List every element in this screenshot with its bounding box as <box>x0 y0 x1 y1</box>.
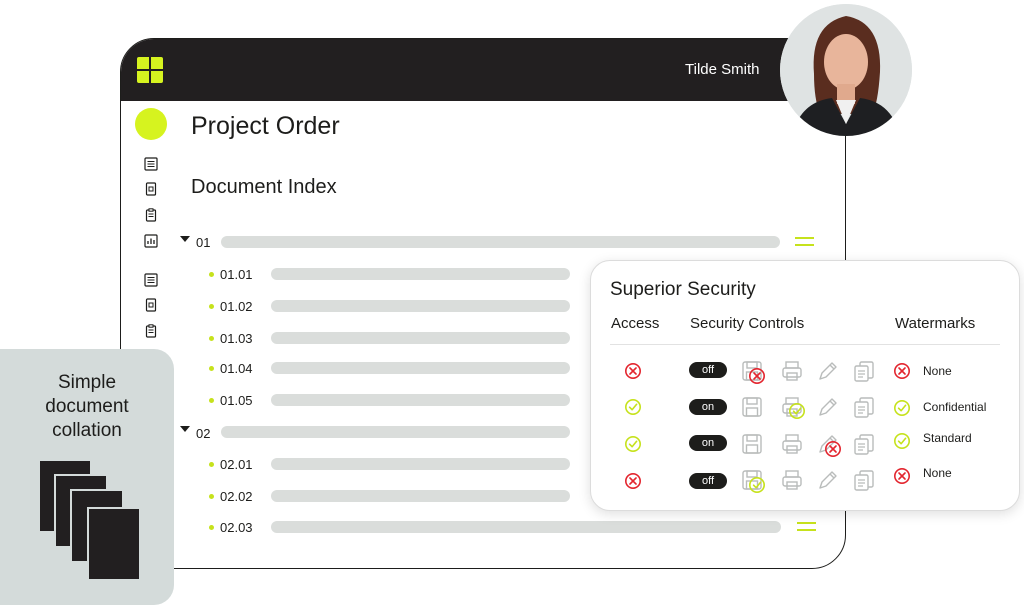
brand-logo <box>137 57 163 83</box>
watermark-granted-icon <box>893 432 911 450</box>
item-label-02-03[interactable]: 02.03 <box>220 520 253 535</box>
watermarks-column-header: Watermarks <box>895 315 976 332</box>
user-avatar[interactable] <box>780 4 912 136</box>
document-list-icon[interactable] <box>144 157 158 171</box>
section-bar-01[interactable] <box>221 236 780 248</box>
watermark-denied-icon <box>893 362 911 380</box>
bullet-icon <box>209 494 214 499</box>
menu-icon-02-03[interactable] <box>797 522 816 531</box>
access-column-header: Access <box>611 315 660 332</box>
item-label-01-02[interactable]: 01.02 <box>220 299 253 314</box>
item-label-01-01[interactable]: 01.01 <box>220 267 253 282</box>
collapse-02-icon[interactable] <box>180 426 190 432</box>
watermark-denied-icon <box>893 467 911 485</box>
item-bar-02-03[interactable] <box>271 521 781 533</box>
section-label-02[interactable]: 02 <box>196 426 210 441</box>
item-label-02-01[interactable]: 02.01 <box>220 457 253 472</box>
item-bar-02-02[interactable] <box>271 490 570 502</box>
item-bar-01-03[interactable] <box>271 332 570 344</box>
section-label-01[interactable]: 01 <box>196 235 210 250</box>
collapse-01-icon[interactable] <box>180 236 190 242</box>
menu-icon-01[interactable] <box>795 237 814 246</box>
collation-line-1: Simple <box>57 372 117 393</box>
header-divider <box>610 344 1000 345</box>
item-bar-01-02[interactable] <box>271 300 570 312</box>
denied-badge-icon <box>824 440 842 458</box>
user-name[interactable]: Tilde Smith <box>685 61 759 78</box>
lock-document-icon[interactable] <box>144 182 158 196</box>
item-bar-01-05[interactable] <box>271 394 570 406</box>
copy-icon[interactable] <box>852 432 876 456</box>
edit-icon[interactable] <box>816 395 840 419</box>
edit-icon[interactable] <box>816 359 840 383</box>
denied-badge-icon <box>748 367 766 385</box>
access-denied-icon <box>624 472 642 490</box>
top-bar: Tilde Smith <box>121 39 845 101</box>
item-label-01-05[interactable]: 01.05 <box>220 393 253 408</box>
copy-icon[interactable] <box>852 359 876 383</box>
bullet-icon <box>209 398 214 403</box>
collation-line-3: collation <box>52 420 122 441</box>
security-toggle[interactable]: off <box>689 473 727 489</box>
watermark-label: None <box>923 466 952 480</box>
lock-document-icon-2[interactable] <box>144 298 158 312</box>
access-granted-icon <box>624 435 642 453</box>
collation-panel: Simple document collation <box>0 349 174 605</box>
access-granted-icon <box>624 398 642 416</box>
access-denied-icon <box>624 362 642 380</box>
watermark-label: None <box>923 364 952 378</box>
granted-badge-icon <box>748 476 766 494</box>
save-icon[interactable] <box>740 432 764 456</box>
chart-icon[interactable] <box>144 234 158 248</box>
bullet-icon <box>209 525 214 530</box>
item-label-01-03[interactable]: 01.03 <box>220 331 253 346</box>
section-bar-02[interactable] <box>221 426 570 438</box>
section-subtitle: Document Index <box>191 176 337 198</box>
item-bar-01-01[interactable] <box>271 268 570 280</box>
print-icon[interactable] <box>780 432 804 456</box>
edit-icon[interactable] <box>816 468 840 492</box>
bullet-icon <box>209 272 214 277</box>
clipboard-icon[interactable] <box>144 208 158 222</box>
watermark-label: Confidential <box>923 400 987 414</box>
security-toggle[interactable]: on <box>689 399 727 415</box>
collation-line-2: document <box>45 396 129 417</box>
item-bar-01-04[interactable] <box>271 362 570 374</box>
security-card: Superior Security Access Security Contro… <box>590 260 1020 511</box>
security-toggle[interactable]: off <box>689 362 727 378</box>
bullet-icon <box>209 304 214 309</box>
print-icon[interactable] <box>780 468 804 492</box>
collation-caption: Simple document collation <box>0 371 174 443</box>
avatar-image <box>780 4 912 136</box>
document-list-icon-2[interactable] <box>144 273 158 287</box>
document-sheet-icon <box>87 507 141 581</box>
watermark-granted-icon <box>893 399 911 417</box>
watermark-label: Standard <box>923 431 972 445</box>
security-toggle[interactable]: on <box>689 435 727 451</box>
granted-badge-icon <box>788 402 806 420</box>
print-icon[interactable] <box>780 359 804 383</box>
copy-icon[interactable] <box>852 468 876 492</box>
project-status-dot <box>135 108 167 140</box>
page-title: Project Order <box>191 112 340 140</box>
item-label-02-02[interactable]: 02.02 <box>220 489 253 504</box>
item-bar-02-01[interactable] <box>271 458 570 470</box>
item-label-01-04[interactable]: 01.04 <box>220 361 253 376</box>
copy-icon[interactable] <box>852 395 876 419</box>
clipboard-icon-2[interactable] <box>144 324 158 338</box>
bullet-icon <box>209 366 214 371</box>
security-card-title: Superior Security <box>610 279 756 300</box>
save-icon[interactable] <box>740 395 764 419</box>
bullet-icon <box>209 462 214 467</box>
bullet-icon <box>209 336 214 341</box>
security-controls-column-header: Security Controls <box>690 315 805 332</box>
